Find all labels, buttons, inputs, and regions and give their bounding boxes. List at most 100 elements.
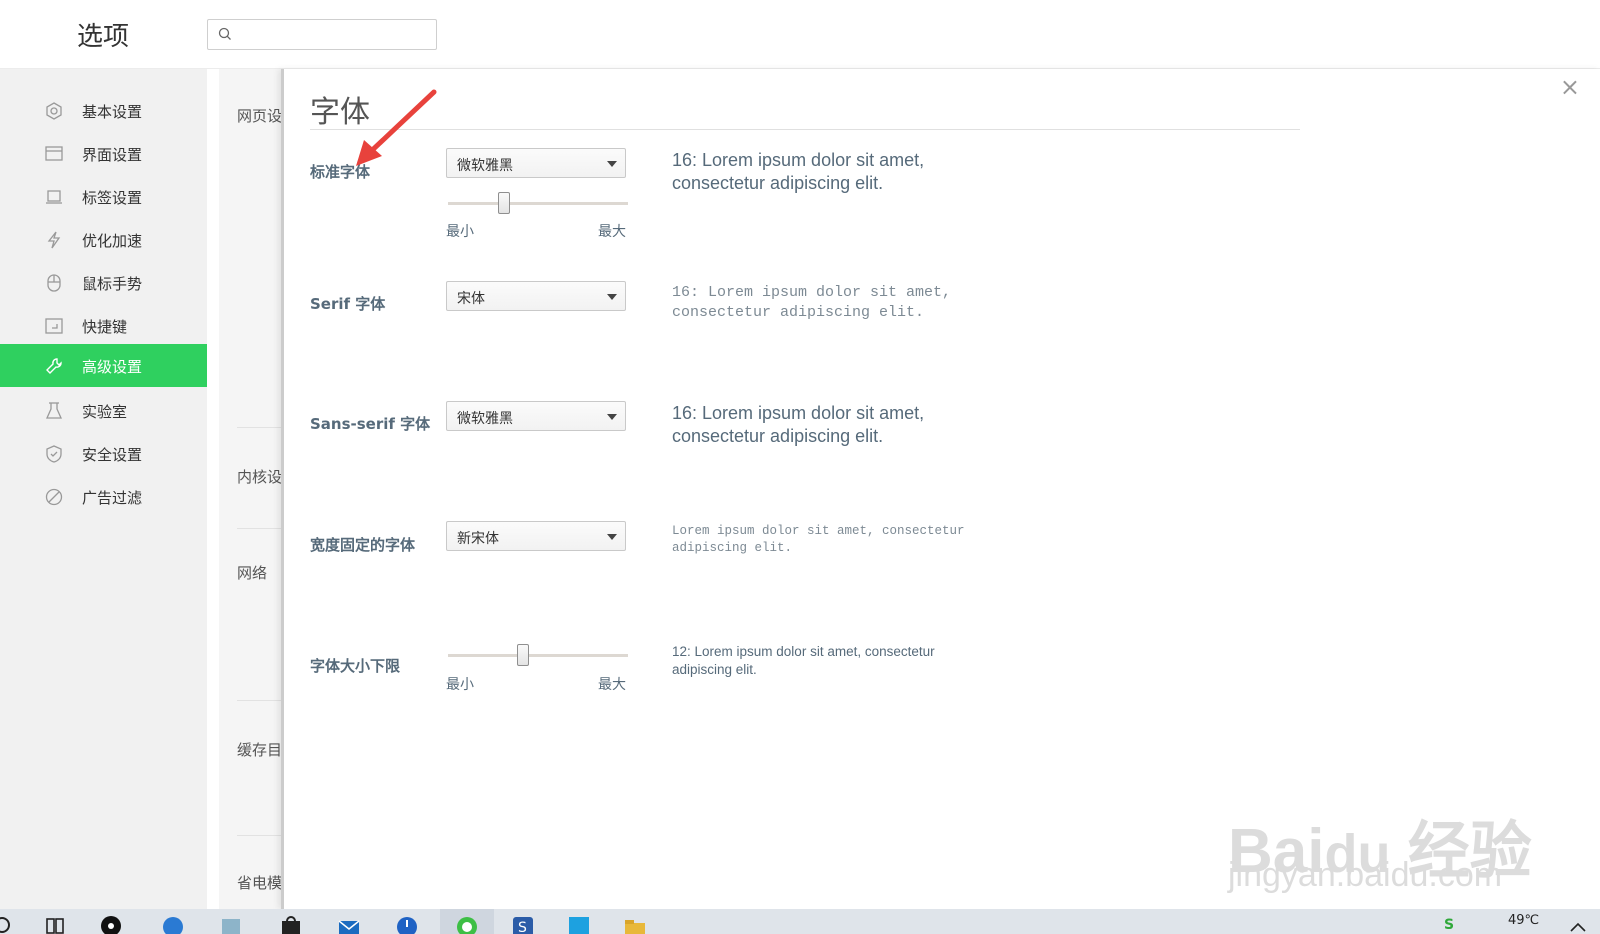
sidebar-item-label: 广告过滤: [82, 489, 143, 507]
gear-outline-icon: [46, 102, 62, 120]
search-input[interactable]: [207, 19, 437, 50]
svg-text:S: S: [1444, 917, 1454, 933]
divider: [310, 129, 1300, 130]
divider: [237, 427, 284, 428]
divider: [237, 528, 284, 529]
header: 选项: [0, 0, 1600, 69]
tool-app-icon[interactable]: [566, 913, 592, 934]
chevron-down-icon: [607, 534, 617, 540]
sidebar-item-security[interactable]: 安全设置: [0, 432, 207, 475]
mail-icon[interactable]: [336, 913, 362, 934]
monospace-font-select[interactable]: 新宋体: [446, 521, 626, 551]
section-heading: 网页设: [237, 107, 283, 125]
sidebar-item-tabs[interactable]: 标签设置: [0, 175, 207, 218]
divider: [237, 700, 284, 701]
slider-thumb[interactable]: [498, 192, 510, 214]
serif-font-preview: 16: Lorem ipsum dolor sit amet, consecte…: [672, 284, 952, 321]
sans-serif-font-preview: 16: Lorem ipsum dolor sit amet, consecte…: [672, 403, 925, 446]
sidebar-item-shortcuts[interactable]: 快捷键: [0, 304, 207, 347]
sogou-input-icon[interactable]: S: [510, 913, 536, 934]
temperature-readout: 49℃: [1508, 913, 1540, 928]
slider-min-label: 最小: [446, 677, 474, 693]
sidebar-item-label: 高级设置: [82, 358, 143, 376]
close-icon[interactable]: ×: [1560, 73, 1580, 101]
background-settings-page: 网页设 内核设 网络 缓存目 省电模: [219, 69, 284, 909]
sidebar-item-label: 优化加速: [82, 232, 143, 250]
store-icon[interactable]: [278, 913, 304, 934]
min-font-size-preview: 12: Lorem ipsum dolor sit amet, consecte…: [672, 644, 935, 677]
sans-serif-font-select[interactable]: 微软雅黑: [446, 401, 626, 431]
sidebar-item-label: 鼠标手势: [82, 275, 143, 293]
flask-icon: [45, 402, 63, 419]
app-window: 选项 基本设置 界面设置 标签设置 优化加速 鼠标手势 快捷键 高级设置 实验室…: [0, 0, 1600, 934]
sidebar-item-label: 实验室: [82, 403, 128, 421]
sans-serif-font-label: Sans-serif 字体: [310, 415, 431, 433]
edge-browser-icon[interactable]: [160, 913, 186, 934]
slider-min-label: 最小: [446, 224, 474, 240]
svg-text:S: S: [518, 920, 527, 934]
slider-track: [448, 202, 628, 205]
slider-max-label: 最大: [598, 677, 626, 693]
window-icon: [45, 146, 63, 161]
divider: [237, 835, 284, 836]
section-heading: 缓存目: [237, 741, 283, 759]
sidebar-item-label: 界面设置: [82, 146, 143, 164]
standard-font-preview: 16: Lorem ipsum dolor sit amet, consecte…: [672, 150, 925, 193]
serif-font-select[interactable]: 宋体: [446, 281, 626, 311]
sidebar-item-gestures[interactable]: 鼠标手势: [0, 261, 207, 304]
sidebar-item-lab[interactable]: 实验室: [0, 389, 207, 432]
select-value: 新宋体: [457, 531, 499, 547]
standard-font-select[interactable]: 微软雅黑: [446, 148, 626, 178]
taskbar: S S 49℃: [0, 909, 1600, 934]
sidebar-item-label: 基本设置: [82, 103, 143, 121]
fan-app-icon[interactable]: [98, 913, 124, 934]
clock-app-icon[interactable]: [394, 913, 420, 934]
section-heading: 省电模: [237, 874, 283, 892]
sidebar-item-interface[interactable]: 界面设置: [0, 132, 207, 175]
serif-font-label: Serif 字体: [310, 295, 386, 313]
slider-max-label: 最大: [598, 224, 626, 240]
chevron-down-icon: [607, 161, 617, 167]
search-icon: [218, 27, 231, 40]
sidebar-item-advanced[interactable]: 高级设置: [0, 344, 207, 387]
min-font-size-slider[interactable]: [448, 644, 628, 666]
mouse-icon: [47, 274, 61, 292]
standard-font-size-slider[interactable]: [448, 192, 628, 214]
section-heading: 网络: [237, 564, 268, 582]
chevron-up-icon[interactable]: [1565, 913, 1591, 934]
annotation-arrow-icon: [356, 89, 437, 166]
file-explorer-icon[interactable]: [622, 913, 648, 934]
shield-icon: [46, 445, 62, 463]
select-value: 微软雅黑: [457, 158, 513, 174]
chevron-down-icon: [607, 294, 617, 300]
360-browser-icon[interactable]: [454, 913, 480, 934]
monospace-font-preview: Lorem ipsum dolor sit amet, consectetur …: [672, 524, 965, 555]
task-view-icon[interactable]: [42, 913, 68, 934]
sogou-tray-icon[interactable]: S: [1440, 913, 1466, 934]
sidebar-item-label: 标签设置: [82, 189, 143, 207]
slider-track: [448, 654, 628, 657]
slider-thumb[interactable]: [517, 644, 529, 666]
chevron-down-icon: [607, 414, 617, 420]
select-value: 宋体: [457, 291, 485, 307]
page-title: 选项: [77, 22, 130, 52]
sidebar-item-label: 安全设置: [82, 446, 143, 464]
min-font-size-label: 字体大小下限: [310, 657, 401, 675]
keyboard-icon: [45, 318, 63, 334]
sidebar-item-basic[interactable]: 基本设置: [0, 89, 207, 132]
font-settings-dialog: 字体 × 标准字体 微软雅黑 最小 最大 16: Lorem ipsum dol…: [281, 69, 1600, 909]
search-icon[interactable]: [0, 913, 18, 934]
sidebar-item-optimize[interactable]: 优化加速: [0, 218, 207, 261]
select-value: 微软雅黑: [457, 411, 513, 427]
baidu-watermark-url: jingyan.baidu.com: [1228, 856, 1503, 894]
sidebar-item-label: 快捷键: [82, 318, 128, 336]
wrench-icon: [46, 358, 62, 374]
sidebar-item-adblock[interactable]: 广告过滤: [0, 475, 207, 518]
lightning-icon: [47, 231, 61, 249]
sidebar: 基本设置 界面设置 标签设置 优化加速 鼠标手势 快捷键 高级设置 实验室 安全…: [0, 69, 207, 909]
notes-app-icon[interactable]: [218, 913, 244, 934]
tab-icon: [46, 190, 62, 204]
monospace-font-label: 宽度固定的字体: [310, 536, 416, 554]
section-heading: 内核设: [237, 468, 283, 486]
block-icon: [45, 488, 63, 506]
